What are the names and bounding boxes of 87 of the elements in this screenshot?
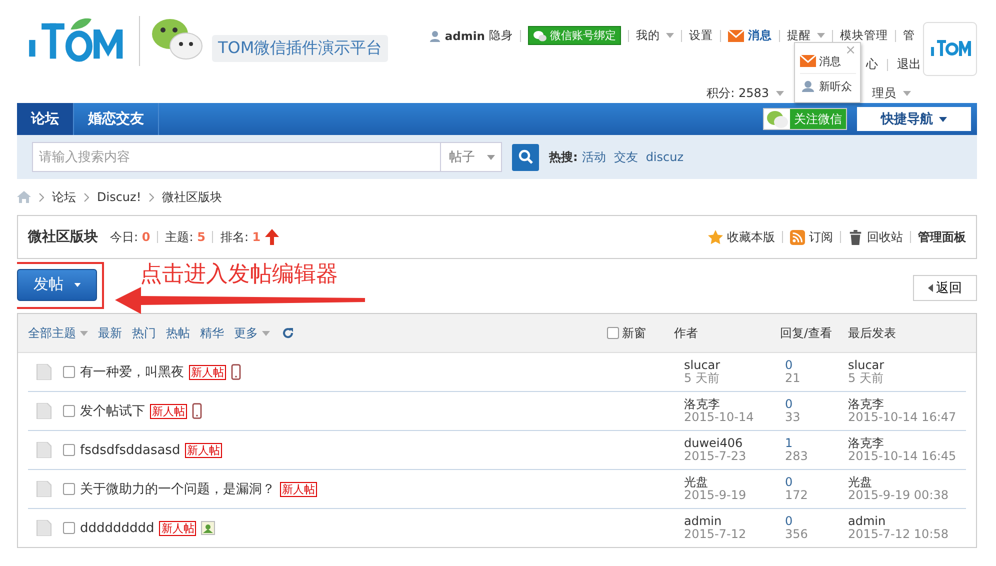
last-post-time: 5 天前 xyxy=(848,372,884,385)
filter-tab[interactable]: 最新 xyxy=(98,324,122,342)
last-poster[interactable]: 光盘 xyxy=(848,476,966,489)
view-count: 21 xyxy=(785,372,802,385)
forum-stat: 主题: 5 xyxy=(165,228,206,246)
post-date: 5 天前 xyxy=(684,372,720,385)
new-window-checkbox[interactable]: 新窗 xyxy=(607,324,646,342)
post-date: 2015-7-12 xyxy=(684,528,748,541)
author-name[interactable]: duwei406 xyxy=(684,437,780,450)
filter-tab[interactable]: 热门 xyxy=(132,324,156,342)
messages-link[interactable]: 消息 xyxy=(748,28,772,43)
last-poster[interactable]: slucar xyxy=(848,359,966,372)
thread-title[interactable]: 有一种爱，叫黑夜 xyxy=(80,363,184,381)
annotation-text: 点击进入发帖编辑器 xyxy=(140,261,338,289)
thread-title[interactable]: ddddddddd xyxy=(80,520,154,536)
reply-count: 0 xyxy=(785,476,794,489)
last-post-time: 2015-7-12 10:58 xyxy=(848,528,950,541)
view-count: 283 xyxy=(785,450,809,463)
new-user-tag: 新人帖 xyxy=(150,404,187,418)
filter-tab[interactable]: 更多 xyxy=(234,324,258,342)
popup-item[interactable]: 消息 xyxy=(819,54,841,68)
new-user-tag: 新人帖 xyxy=(185,442,222,458)
reply-count: 1 xyxy=(785,437,794,450)
popup-item[interactable]: 新听众 xyxy=(819,78,852,94)
new-user-tag: 新人帖 xyxy=(280,482,317,496)
nav-tab[interactable]: 论坛 xyxy=(17,103,74,135)
top-link[interactable]: 理员 xyxy=(872,85,896,102)
author-name[interactable]: 洛克李 xyxy=(684,398,780,411)
forum-action-link[interactable]: 管理面板 xyxy=(918,228,966,246)
forum-stat: 今日: 0 xyxy=(110,228,150,246)
new-post-button[interactable]: 发帖 xyxy=(17,268,97,300)
filter-tab[interactable]: 精华 xyxy=(200,324,224,342)
last-post-time: 2015-10-14 16:45 xyxy=(848,450,958,463)
author-name[interactable]: 光盘 xyxy=(684,476,780,489)
new-user-tag: 新人帖 xyxy=(189,364,226,380)
reply-count: 0 xyxy=(785,359,794,372)
hot-search-link[interactable]: 活动 xyxy=(582,148,606,166)
last-post-time: 2015-10-14 16:47 xyxy=(848,411,958,424)
last-poster[interactable]: admin xyxy=(848,515,966,528)
post-date: 2015-7-23 xyxy=(684,450,748,463)
last-poster[interactable]: 洛克李 xyxy=(848,398,966,411)
top-link[interactable]: 管 xyxy=(903,28,915,43)
author-name[interactable]: slucar xyxy=(684,359,780,372)
thread-title[interactable]: fsdsdfsddasasd xyxy=(80,442,180,458)
column-header: 作者 xyxy=(674,324,699,342)
site-title: TOM微信插件演示平台 xyxy=(212,34,388,62)
forum-action-link[interactable]: 订阅 xyxy=(809,228,833,246)
filter-tab[interactable]: 全部主题 xyxy=(28,324,76,342)
quick-nav-button[interactable]: 快捷导航 xyxy=(857,107,971,131)
username[interactable]: admin xyxy=(444,28,485,42)
top-link[interactable]: 积分: 2583 xyxy=(706,85,769,102)
top-link[interactable]: 提醒 xyxy=(787,28,811,43)
thread-title[interactable]: 发个帖试下 xyxy=(80,402,145,420)
breadcrumb-link[interactable]: 微社区版块 xyxy=(162,188,222,206)
forum-stat: 排名: 1 xyxy=(220,228,261,246)
top-link[interactable]: 模块管理 xyxy=(840,28,888,43)
breadcrumb-link[interactable]: 论坛 xyxy=(52,188,76,206)
back-button[interactable]: 返回 xyxy=(913,275,977,301)
hot-search-link[interactable]: 交友 xyxy=(614,148,638,166)
view-count: 172 xyxy=(785,489,809,502)
last-post-time: 2015-9-19 00:38 xyxy=(848,489,950,502)
forum-action-link[interactable]: 收藏本版 xyxy=(727,228,775,246)
post-date: 2015-9-19 xyxy=(684,489,748,502)
author-name[interactable]: admin xyxy=(684,515,780,528)
search-field[interactable]: 请输入搜索内容 xyxy=(32,142,440,172)
search-type-select[interactable]: 帖子 xyxy=(440,142,502,172)
column-header: 回复/查看 xyxy=(780,324,834,342)
last-poster[interactable]: 洛克李 xyxy=(848,437,966,450)
new-user-tag: 新人帖 xyxy=(159,520,196,536)
thread-title[interactable]: 关于微助力的一个问题，是漏洞？ xyxy=(80,480,275,498)
forum-action-link[interactable]: 回收站 xyxy=(867,228,903,246)
view-count: 356 xyxy=(785,528,809,541)
view-count: 33 xyxy=(785,411,802,424)
reply-count: 0 xyxy=(785,398,794,411)
hot-search-label: 热搜: xyxy=(549,148,578,166)
reply-count: 0 xyxy=(785,515,794,528)
status-link[interactable]: 隐身 xyxy=(489,28,513,43)
column-header: 最后发表 xyxy=(848,324,897,342)
top-link[interactable]: 退出 xyxy=(897,56,921,73)
top-link[interactable]: 我的 xyxy=(636,28,660,43)
filter-tab[interactable]: 热帖 xyxy=(166,324,190,342)
post-date: 2015-10-14 xyxy=(684,411,755,424)
top-link[interactable]: 心 xyxy=(866,56,878,73)
forum-title: 微社区版块 xyxy=(28,228,98,246)
hot-search-link[interactable]: discuz xyxy=(646,150,684,164)
breadcrumb-link[interactable]: Discuz! xyxy=(97,190,142,204)
top-link[interactable]: 设置 xyxy=(689,28,713,43)
